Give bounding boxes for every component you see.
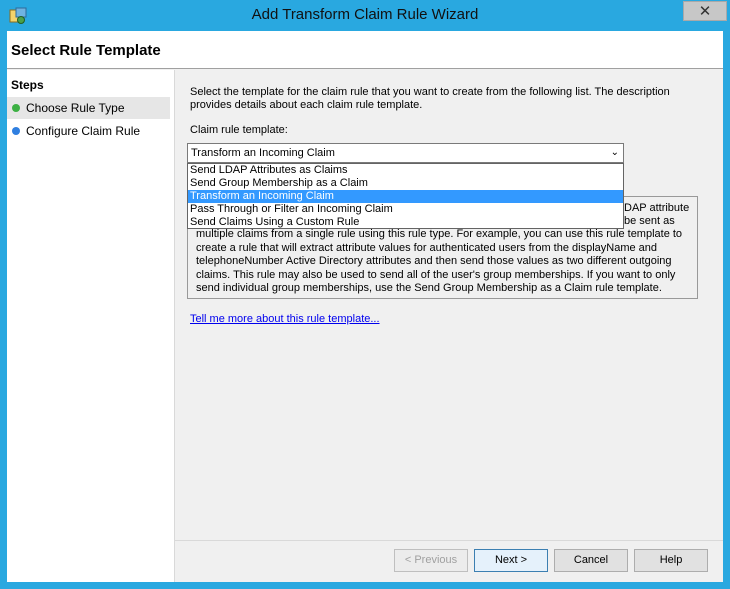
template-dropdown[interactable]: Transform an Incoming Claim ⌄: [187, 143, 624, 163]
help-button[interactable]: Help: [634, 549, 708, 572]
option-send-group-membership[interactable]: Send Group Membership as a Claim: [188, 177, 623, 190]
next-button[interactable]: Next >: [474, 549, 548, 572]
option-pass-through[interactable]: Pass Through or Filter an Incoming Claim: [188, 203, 623, 216]
step-status-blue-icon: [12, 127, 20, 135]
step-label: Choose Rule Type: [26, 101, 125, 115]
description-fragment-1: DAP attribute: [624, 202, 690, 214]
description-body: multiple claims from a single rule using…: [196, 228, 683, 294]
step-configure-claim-rule[interactable]: Configure Claim Rule: [7, 120, 170, 142]
footer-divider: [175, 540, 723, 541]
help-link[interactable]: Tell me more about this rule template...: [190, 313, 380, 325]
step-choose-rule-type[interactable]: Choose Rule Type: [7, 97, 170, 119]
step-label: Configure Claim Rule: [26, 124, 141, 138]
close-icon: ✕: [698, 2, 712, 20]
chevron-down-icon[interactable]: ⌄: [611, 144, 619, 162]
window-title: Add Transform Claim Rule Wizard: [251, 6, 479, 23]
wizard-window: Add Transform Claim Rule Wizard ✕ Select…: [0, 0, 730, 589]
option-custom-rule[interactable]: Send Claims Using a Custom Rule: [188, 216, 623, 229]
step-status-green-icon: [12, 104, 20, 112]
wizard-header: Select Rule Template: [7, 31, 723, 69]
description-fragment-2: be sent as: [624, 215, 675, 227]
page-description: Select the template for the claim rule t…: [190, 86, 670, 111]
title-bar[interactable]: Add Transform Claim Rule Wizard ✕: [0, 0, 730, 31]
template-label: Claim rule template:: [190, 124, 288, 136]
option-transform-incoming[interactable]: Transform an Incoming Claim: [188, 190, 623, 203]
previous-button[interactable]: < Previous: [394, 549, 468, 572]
cancel-button[interactable]: Cancel: [554, 549, 628, 572]
template-options-list[interactable]: Send LDAP Attributes as Claims Send Grou…: [187, 163, 624, 229]
template-dropdown-value: Transform an Incoming Claim: [191, 147, 335, 159]
wizard-client-area: Select Rule Template Steps Choose Rule T…: [7, 31, 723, 582]
option-send-ldap[interactable]: Send LDAP Attributes as Claims: [188, 164, 623, 177]
close-button[interactable]: ✕: [683, 1, 727, 21]
page-title: Select Rule Template: [11, 42, 161, 59]
steps-panel: Steps Choose Rule Type Configure Claim R…: [7, 70, 175, 582]
steps-title: Steps: [11, 78, 44, 92]
